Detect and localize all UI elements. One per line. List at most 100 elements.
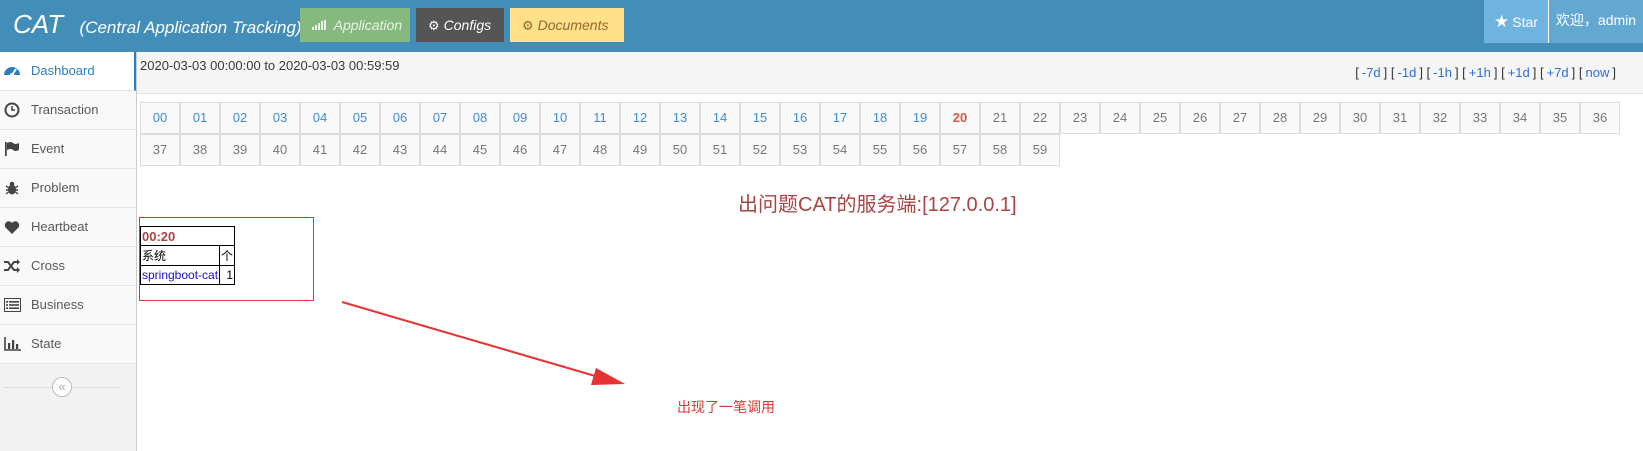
minute-45[interactable]: 45 [460, 134, 500, 166]
minute-24[interactable]: 24 [1100, 102, 1140, 134]
minute-30[interactable]: 30 [1340, 102, 1380, 134]
minute-09[interactable]: 09 [500, 102, 540, 134]
minute-26[interactable]: 26 [1180, 102, 1220, 134]
brand[interactable]: CAT (Central Application Tracking) [13, 9, 302, 40]
minute-17[interactable]: 17 [820, 102, 860, 134]
row-count: 1 [219, 265, 236, 285]
minute-27[interactable]: 27 [1220, 102, 1260, 134]
problem-time: 00:20 [139, 226, 236, 246]
minute-32[interactable]: 32 [1420, 102, 1460, 134]
minute-13[interactable]: 13 [660, 102, 700, 134]
nav-now[interactable]: now [1586, 65, 1610, 80]
table-row: 系统 个 [139, 245, 236, 266]
minute-44[interactable]: 44 [420, 134, 460, 166]
brand-subtitle: (Central Application Tracking) [79, 18, 302, 37]
sidebar-item-heartbeat[interactable]: Heartbeat [0, 208, 136, 247]
minute-54[interactable]: 54 [820, 134, 860, 166]
minute-28[interactable]: 28 [1260, 102, 1300, 134]
minute-33[interactable]: 33 [1460, 102, 1500, 134]
minute-14[interactable]: 14 [700, 102, 740, 134]
minute-46[interactable]: 46 [500, 134, 540, 166]
sidebar-item-label: Event [31, 141, 65, 156]
system-link[interactable]: springboot-cat [142, 268, 218, 282]
minute-51[interactable]: 51 [700, 134, 740, 166]
minute-11[interactable]: 11 [580, 102, 620, 134]
minute-22[interactable]: 22 [1020, 102, 1060, 134]
nav-plus-1h[interactable]: +1h [1469, 65, 1491, 80]
minute-02[interactable]: 02 [220, 102, 260, 134]
minute-03[interactable]: 03 [260, 102, 300, 134]
application-button[interactable]: Application [300, 8, 410, 42]
cogs-icon: ⚙ [428, 18, 440, 33]
time-range: 2020-03-03 00:00:00 to 2020-03-03 00:59:… [140, 58, 400, 73]
minute-21[interactable]: 21 [980, 102, 1020, 134]
minute-53[interactable]: 53 [780, 134, 820, 166]
minute-05[interactable]: 05 [340, 102, 380, 134]
minute-08[interactable]: 08 [460, 102, 500, 134]
minute-47[interactable]: 47 [540, 134, 580, 166]
sidebar-item-label: State [31, 336, 62, 351]
minute-49[interactable]: 49 [620, 134, 660, 166]
minute-48[interactable]: 48 [580, 134, 620, 166]
sidebar-item-transaction[interactable]: Transaction [0, 91, 136, 130]
minute-55[interactable]: 55 [860, 134, 900, 166]
sidebar-item-problem[interactable]: Problem [0, 169, 136, 208]
minute-12[interactable]: 12 [620, 102, 660, 134]
minute-58[interactable]: 58 [980, 134, 1020, 166]
sidebar-item-dashboard[interactable]: Dashboard [0, 52, 136, 91]
star-button[interactable]: ★ Star [1484, 0, 1548, 43]
sidebar-item-business[interactable]: Business [0, 286, 136, 325]
minute-35[interactable]: 35 [1540, 102, 1580, 134]
configs-button[interactable]: ⚙ Configs [416, 8, 504, 42]
nav-plus-7d[interactable]: +7d [1547, 65, 1569, 80]
minute-19[interactable]: 19 [900, 102, 940, 134]
minute-57[interactable]: 57 [940, 134, 980, 166]
minute-31[interactable]: 31 [1380, 102, 1420, 134]
minute-52[interactable]: 52 [740, 134, 780, 166]
minute-40[interactable]: 40 [260, 134, 300, 166]
minute-59[interactable]: 59 [1020, 134, 1060, 166]
minute-10[interactable]: 10 [540, 102, 580, 134]
minute-18[interactable]: 18 [860, 102, 900, 134]
minute-37[interactable]: 37 [140, 134, 180, 166]
clock-icon [2, 101, 22, 119]
documents-label: Documents [537, 17, 609, 33]
nav-minus-1h[interactable]: -1h [1433, 65, 1452, 80]
minute-38[interactable]: 38 [180, 134, 220, 166]
minute-25[interactable]: 25 [1140, 102, 1180, 134]
minute-00[interactable]: 00 [140, 102, 180, 134]
minute-07[interactable]: 07 [420, 102, 460, 134]
minute-16[interactable]: 16 [780, 102, 820, 134]
sidebar-item-cross[interactable]: Cross [0, 247, 136, 286]
minute-36[interactable]: 36 [1580, 102, 1620, 134]
sidebar-item-event[interactable]: Event [0, 130, 136, 169]
bar-chart-icon [2, 335, 22, 353]
minute-06[interactable]: 06 [380, 102, 420, 134]
minute-01[interactable]: 01 [180, 102, 220, 134]
minute-50[interactable]: 50 [660, 134, 700, 166]
nav-plus-1d[interactable]: +1d [1508, 65, 1530, 80]
minute-15[interactable]: 15 [740, 102, 780, 134]
collapse-icon[interactable]: « [52, 377, 72, 397]
problem-table: 00:20 系统 个 springboot-cat 1 [139, 226, 236, 285]
annotation-arrow [341, 301, 625, 385]
minute-42[interactable]: 42 [340, 134, 380, 166]
minute-41[interactable]: 41 [300, 134, 340, 166]
bar-chart-icon [312, 18, 330, 33]
minute-34[interactable]: 34 [1500, 102, 1540, 134]
sidebar-item-state[interactable]: State [0, 325, 136, 364]
minute-23[interactable]: 23 [1060, 102, 1100, 134]
minute-20[interactable]: 20 [940, 102, 980, 134]
application-label: Application [333, 17, 403, 33]
minute-29[interactable]: 29 [1300, 102, 1340, 134]
nav-minus-1d[interactable]: -1d [1398, 65, 1417, 80]
nav-minus-7d[interactable]: -7d [1362, 65, 1381, 80]
dashboard-icon [2, 62, 22, 80]
user-menu[interactable]: 欢迎，admin [1548, 0, 1643, 43]
minute-43[interactable]: 43 [380, 134, 420, 166]
minute-56[interactable]: 56 [900, 134, 940, 166]
documents-button[interactable]: ⚙ Documents [510, 8, 624, 42]
minute-39[interactable]: 39 [220, 134, 260, 166]
minute-04[interactable]: 04 [300, 102, 340, 134]
bug-icon [2, 179, 22, 197]
